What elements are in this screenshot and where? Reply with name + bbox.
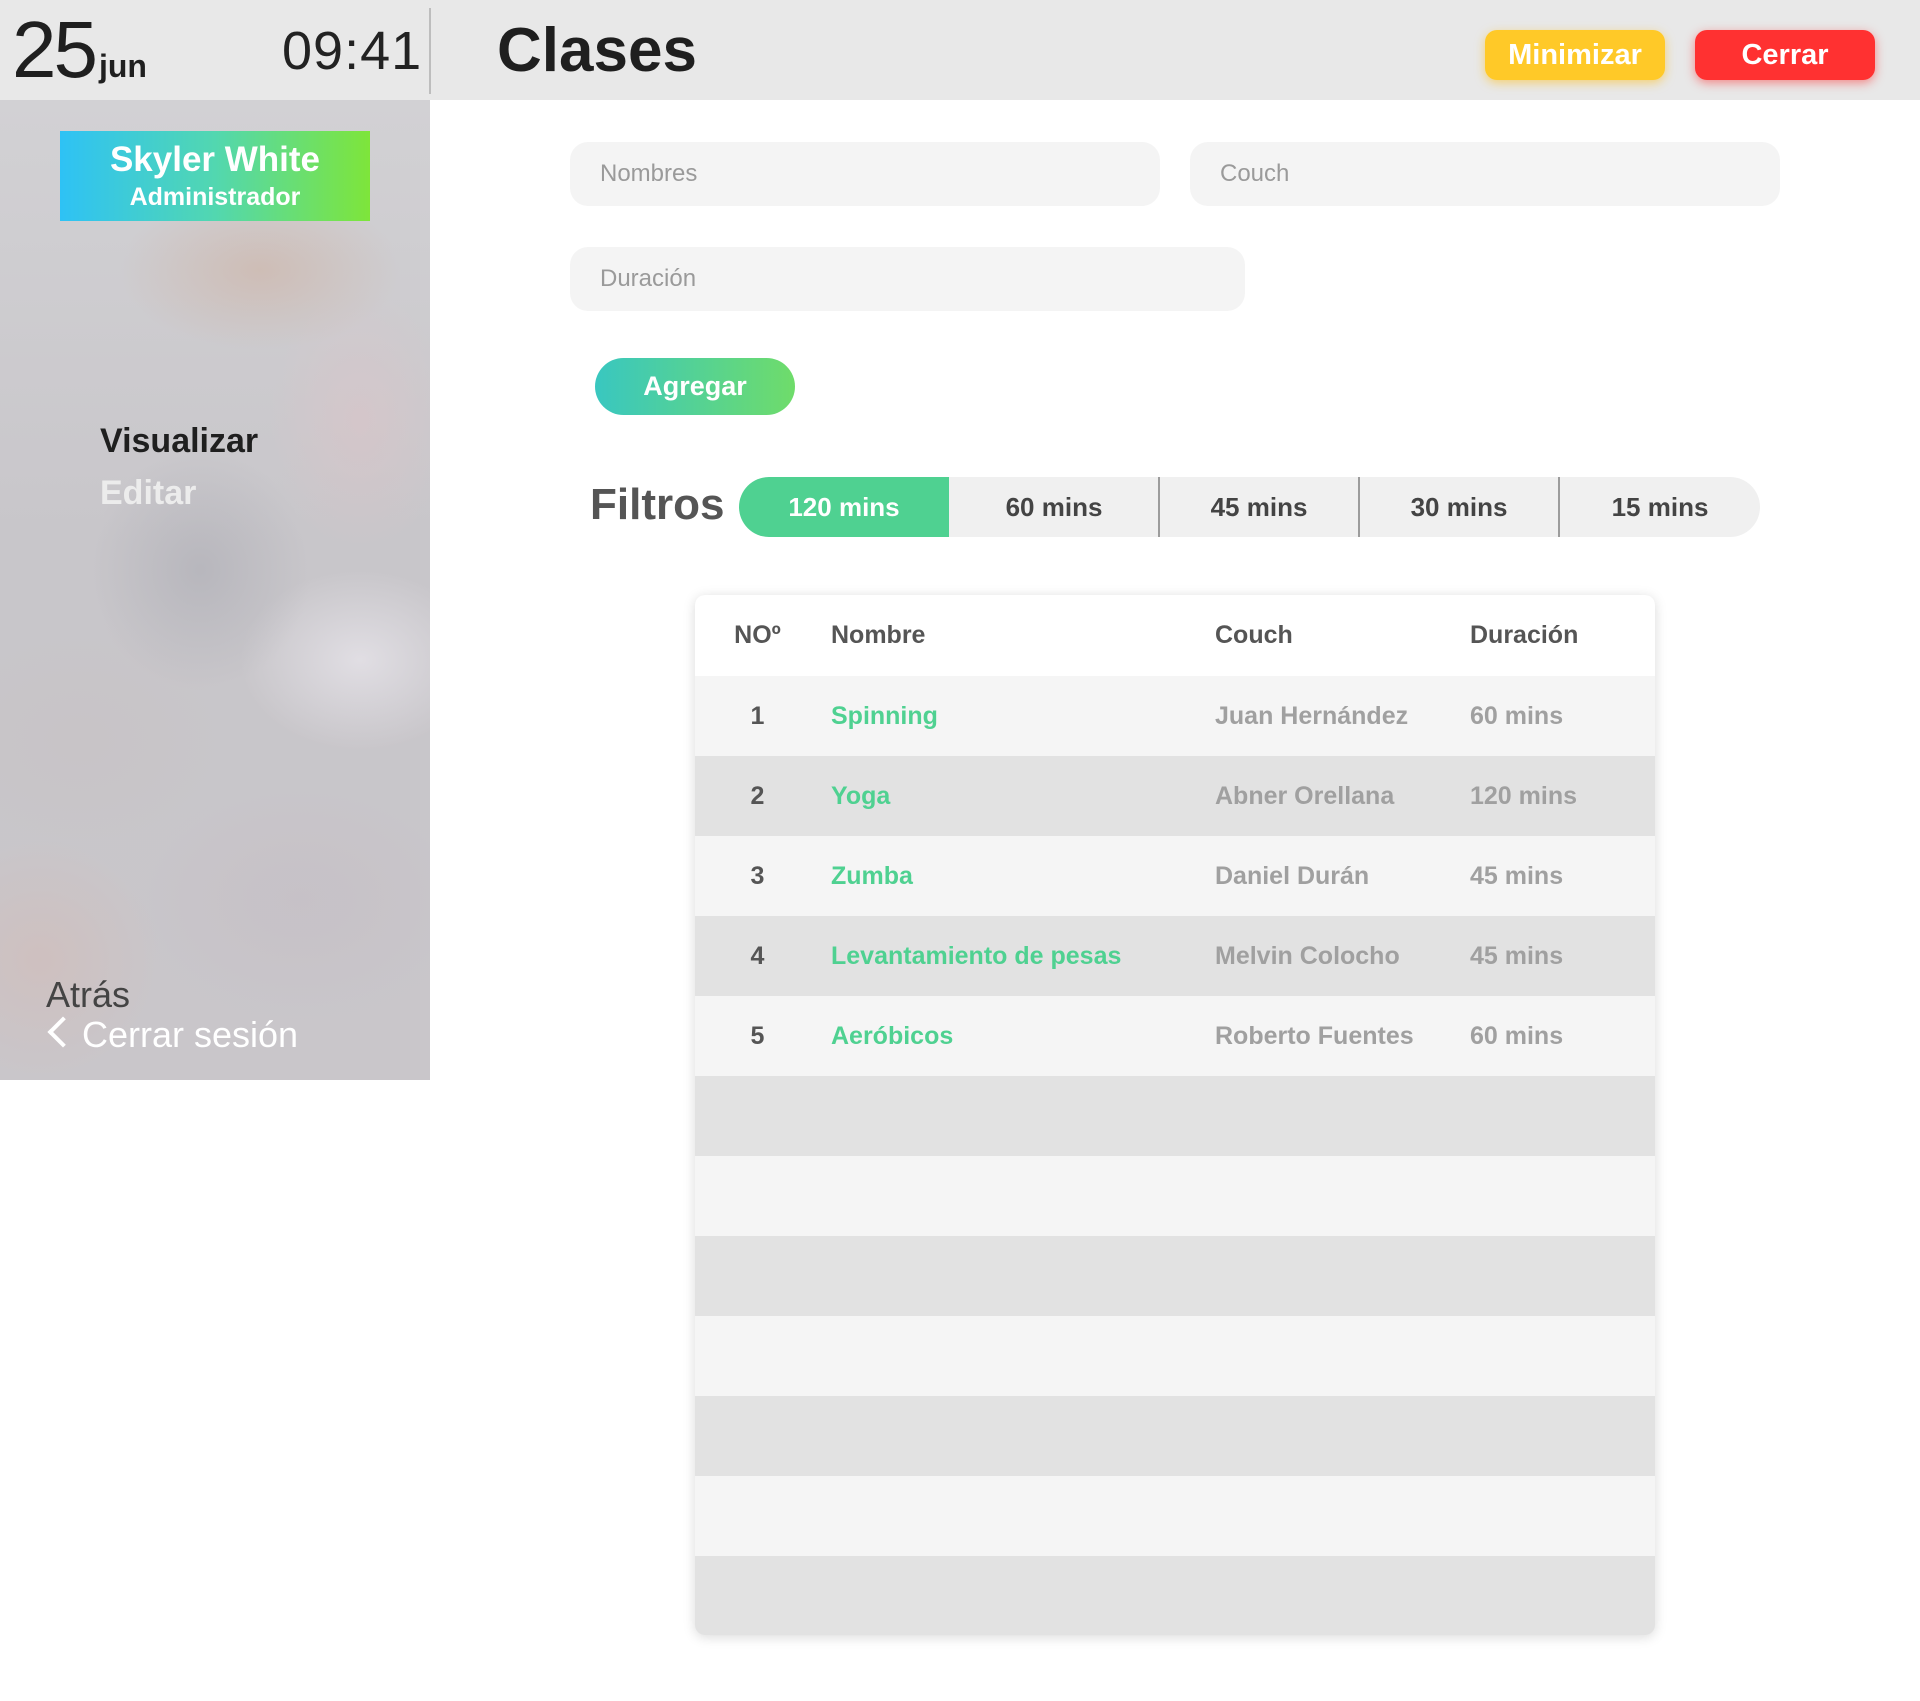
sidebar: Skyler White Administrador Visualizar Ed… (0, 100, 430, 1080)
logout-link[interactable]: Cerrar sesión (44, 1014, 298, 1056)
cell-duracion: 45 mins (1470, 942, 1564, 970)
page-title: Clases (497, 16, 697, 85)
date-month: jun (98, 48, 147, 84)
cell-couch: Daniel Durán (1215, 862, 1370, 890)
cell-nombre[interactable]: Yoga (831, 756, 890, 836)
cell-no: 4 (750, 942, 765, 970)
nav-item-editar[interactable]: Editar (100, 474, 196, 513)
cell-nombre[interactable]: Spinning (831, 676, 938, 756)
user-card: Skyler White Administrador (60, 131, 370, 221)
table-row[interactable]: 1 Spinning Juan Hernández 60 mins (695, 676, 1655, 756)
logout-label: Cerrar sesión (82, 1014, 299, 1055)
column-header-no: NOº (734, 621, 781, 649)
cell-nombre[interactable]: Aeróbicos (831, 996, 953, 1076)
cell-duracion: 45 mins (1470, 862, 1564, 890)
cell-duracion: 60 mins (1470, 702, 1564, 730)
cell-duracion: 120 mins (1470, 782, 1578, 810)
filter-15-mins[interactable]: 15 mins (1560, 477, 1760, 537)
empty-row (695, 1156, 1655, 1236)
user-role: Administrador (129, 183, 301, 211)
nav-item-visualizar[interactable]: Visualizar (100, 422, 258, 461)
table-row[interactable]: 4 Levantamiento de pesas Melvin Colocho … (695, 916, 1655, 996)
cell-couch: Melvin Colocho (1215, 942, 1400, 970)
top-bar: 25 jun 09:41 Clases Minimizar Cerrar (0, 0, 1920, 100)
filter-60-mins[interactable]: 60 mins (949, 477, 1159, 537)
filter-45-mins[interactable]: 45 mins (1160, 477, 1358, 537)
app-window: 25 jun 09:41 Clases Minimizar Cerrar Skyl… (0, 0, 1920, 1701)
empty-row (695, 1076, 1655, 1156)
date-display: 25 jun (12, 6, 147, 94)
chevron-left-icon (47, 1016, 79, 1048)
cell-no: 2 (750, 782, 765, 810)
cell-no: 5 (750, 1022, 765, 1050)
back-link[interactable]: Atrás (46, 974, 130, 1016)
cell-couch: Juan Hernández (1215, 702, 1409, 730)
cell-duracion: 60 mins (1470, 1022, 1564, 1050)
column-header-duracion: Duración (1470, 621, 1579, 649)
empty-row (695, 1236, 1655, 1316)
add-button[interactable]: Agregar (595, 358, 795, 415)
user-name: Skyler White (109, 140, 321, 179)
cell-nombre[interactable]: Levantamiento de pesas (831, 916, 1121, 996)
cell-no: 3 (750, 862, 765, 890)
column-header-nombre: Nombre (831, 621, 926, 649)
empty-row (695, 1396, 1655, 1476)
cell-no: 1 (750, 702, 765, 730)
table-row[interactable]: 5 Aeróbicos Roberto Fuentes 60 mins (695, 996, 1655, 1076)
header-divider (429, 8, 431, 94)
classes-table: NOº Nombre Couch Duración 1 Spinning Jua… (695, 595, 1655, 1635)
empty-row (695, 1316, 1655, 1396)
minimize-button[interactable]: Minimizar (1485, 30, 1665, 80)
table-header: NOº Nombre Couch Duración (695, 595, 1655, 676)
date-day: 25 (12, 5, 98, 94)
table-row[interactable]: 2 Yoga Abner Orellana 120 mins (695, 756, 1655, 836)
table-row[interactable]: 3 Zumba Daniel Durán 45 mins (695, 836, 1655, 916)
empty-row (695, 1556, 1655, 1635)
clock: 09:41 (282, 21, 423, 81)
column-header-couch: Couch (1215, 621, 1293, 649)
cell-couch: Abner Orellana (1215, 782, 1395, 810)
filter-30-mins[interactable]: 30 mins (1360, 477, 1558, 537)
cell-couch: Roberto Fuentes (1215, 1022, 1414, 1050)
empty-row (695, 1476, 1655, 1556)
close-button[interactable]: Cerrar (1695, 30, 1875, 80)
duracion-input[interactable] (570, 247, 1245, 311)
cell-nombre[interactable]: Zumba (831, 836, 913, 916)
nombres-input[interactable] (570, 142, 1160, 206)
filters-label: Filtros (590, 480, 725, 529)
filter-120-mins[interactable]: 120 mins (739, 477, 949, 537)
couch-input[interactable] (1190, 142, 1780, 206)
